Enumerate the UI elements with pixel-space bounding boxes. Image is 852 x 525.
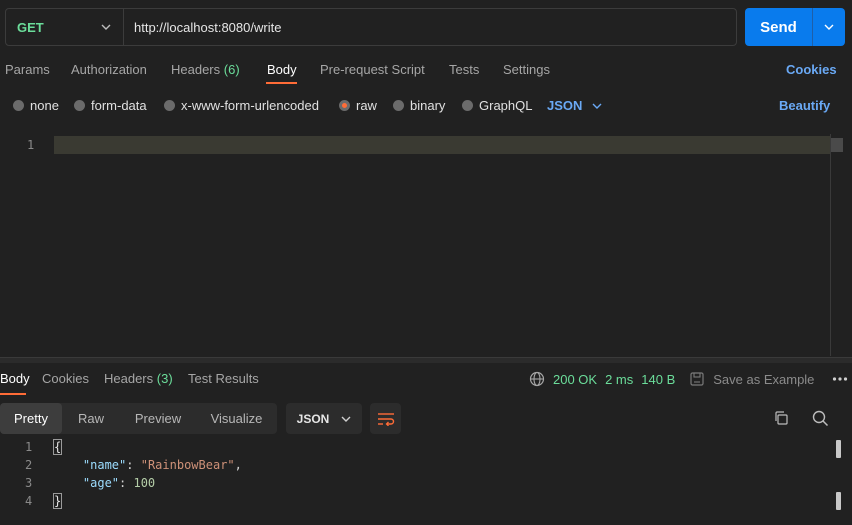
method-label: GET xyxy=(17,19,44,35)
headers-count-badge: (6) xyxy=(223,62,240,77)
send-group: Send xyxy=(745,8,845,46)
view-visualize-button[interactable]: Visualize xyxy=(196,403,277,434)
json-key: "age" xyxy=(82,476,120,490)
line-number: 1 xyxy=(27,138,35,152)
radio-urlencoded-label: x-www-form-urlencoded xyxy=(181,98,319,113)
radio-dot xyxy=(462,100,473,111)
view-preview-button[interactable]: Preview xyxy=(120,403,196,434)
code-line: 1 { xyxy=(0,439,830,458)
send-button[interactable]: Send xyxy=(745,8,813,46)
close-brace: } xyxy=(52,493,63,509)
code-line: 2 "name": "RainbowBear", xyxy=(0,458,830,476)
active-tab-indicator xyxy=(266,82,297,84)
line-number: 1 xyxy=(25,440,33,454)
radio-urlencoded[interactable]: x-www-form-urlencoded xyxy=(164,98,319,113)
view-pretty-button[interactable]: Pretty xyxy=(0,403,62,434)
url-bar: GET http://localhost:8080/write xyxy=(5,8,737,46)
response-headers-count-badge: (3) xyxy=(156,371,173,386)
radio-raw-label: raw xyxy=(356,98,377,113)
tab-authorization[interactable]: Authorization xyxy=(71,62,147,77)
save-icon xyxy=(690,372,704,386)
tab-headers-label: Headers xyxy=(171,62,221,77)
cookies-link[interactable]: Cookies xyxy=(786,62,837,77)
copy-icon[interactable] xyxy=(773,410,789,426)
body-type-options: none form-data x-www-form-urlencoded raw… xyxy=(0,98,852,118)
radio-none-label: none xyxy=(30,98,59,113)
language-label: JSON xyxy=(547,98,583,113)
tab-body[interactable]: Body xyxy=(267,62,297,77)
line-number: 2 xyxy=(25,458,33,472)
response-status: 200 OK 2 ms 140 B Save as Example xyxy=(529,371,848,387)
tab-headers[interactable]: Headers (6) xyxy=(171,62,240,77)
url-input[interactable]: http://localhost:8080/write xyxy=(124,20,281,35)
request-tabs: Params Authorization Headers (6) Body Pr… xyxy=(0,62,852,86)
radio-raw[interactable]: raw xyxy=(339,98,377,113)
radio-binary-label: binary xyxy=(410,98,446,113)
tab-response-headers[interactable]: Headers (3) xyxy=(104,371,173,386)
line-number: 4 xyxy=(25,494,33,508)
request-body-editor[interactable]: 1 xyxy=(0,134,852,356)
method-select[interactable]: GET xyxy=(6,9,124,45)
response-format-select[interactable]: JSON xyxy=(286,403,362,434)
response-scrollbar-thumb[interactable] xyxy=(836,440,841,458)
more-options-icon[interactable] xyxy=(832,376,848,382)
pane-resize-handle[interactable] xyxy=(0,357,852,363)
radio-form-data-label: form-data xyxy=(91,98,147,113)
send-options-button[interactable] xyxy=(813,8,845,46)
search-icon[interactable] xyxy=(812,410,829,427)
editor-scrollbar[interactable] xyxy=(830,134,844,356)
code-line: 4 } xyxy=(0,493,830,512)
response-view-selector: Pretty Raw Preview Visualize xyxy=(0,403,277,434)
chevron-down-icon xyxy=(101,24,111,30)
radio-dot xyxy=(164,100,175,111)
code-text: { xyxy=(52,439,63,455)
response-scrollbar-thumb[interactable] xyxy=(836,492,841,510)
open-brace: { xyxy=(52,439,63,455)
language-select[interactable]: JSON xyxy=(547,98,602,113)
response-time[interactable]: 2 ms xyxy=(605,372,633,387)
line-number: 3 xyxy=(25,476,33,490)
code-text: "name": "RainbowBear", xyxy=(82,458,242,472)
tab-response-cookies[interactable]: Cookies xyxy=(42,371,89,386)
radio-graphql-label: GraphQL xyxy=(479,98,533,113)
response-size[interactable]: 140 B xyxy=(641,372,675,387)
globe-icon[interactable] xyxy=(529,371,545,387)
code-text: } xyxy=(52,493,63,509)
json-key: "name" xyxy=(82,458,127,472)
tab-settings[interactable]: Settings xyxy=(503,62,550,77)
editor-scrollbar-thumb[interactable] xyxy=(831,138,843,152)
tab-response-headers-label: Headers xyxy=(104,371,154,386)
json-number-value: 100 xyxy=(133,476,156,490)
radio-none[interactable]: none xyxy=(13,98,59,113)
tab-test-results[interactable]: Test Results xyxy=(188,371,259,386)
radio-form-data[interactable]: form-data xyxy=(74,98,147,113)
code-line: 3 "age": 100 xyxy=(0,476,830,494)
wrap-lines-icon xyxy=(377,412,394,426)
response-body-viewer[interactable]: 1 { 2 "name": "RainbowBear", 3 "age": 10… xyxy=(0,439,852,525)
response-tabs: Body Cookies Headers (3) Test Results 20… xyxy=(0,371,852,395)
status-code[interactable]: 200 OK xyxy=(553,372,597,387)
radio-dot-selected xyxy=(339,100,350,111)
radio-binary[interactable]: binary xyxy=(393,98,445,113)
tab-tests[interactable]: Tests xyxy=(449,62,479,77)
save-as-example-button[interactable]: Save as Example xyxy=(713,372,814,387)
current-line-highlight xyxy=(54,136,830,154)
radio-dot xyxy=(13,100,24,111)
tab-params[interactable]: Params xyxy=(5,62,50,77)
tab-pre-request-script[interactable]: Pre-request Script xyxy=(320,62,425,77)
beautify-button[interactable]: Beautify xyxy=(779,98,830,113)
json-string-value: "RainbowBear" xyxy=(140,458,235,472)
code-text: "age": 100 xyxy=(82,476,156,490)
view-raw-button[interactable]: Raw xyxy=(62,403,120,434)
wrap-lines-button[interactable] xyxy=(370,403,401,434)
chevron-down-icon xyxy=(341,416,351,422)
radio-dot xyxy=(393,100,404,111)
chevron-down-icon xyxy=(824,24,834,30)
chevron-down-icon xyxy=(592,103,602,109)
active-tab-indicator xyxy=(0,393,26,395)
tab-response-body[interactable]: Body xyxy=(0,371,30,386)
response-format-label: JSON xyxy=(296,411,330,426)
radio-dot xyxy=(74,100,85,111)
radio-graphql[interactable]: GraphQL xyxy=(462,98,532,113)
